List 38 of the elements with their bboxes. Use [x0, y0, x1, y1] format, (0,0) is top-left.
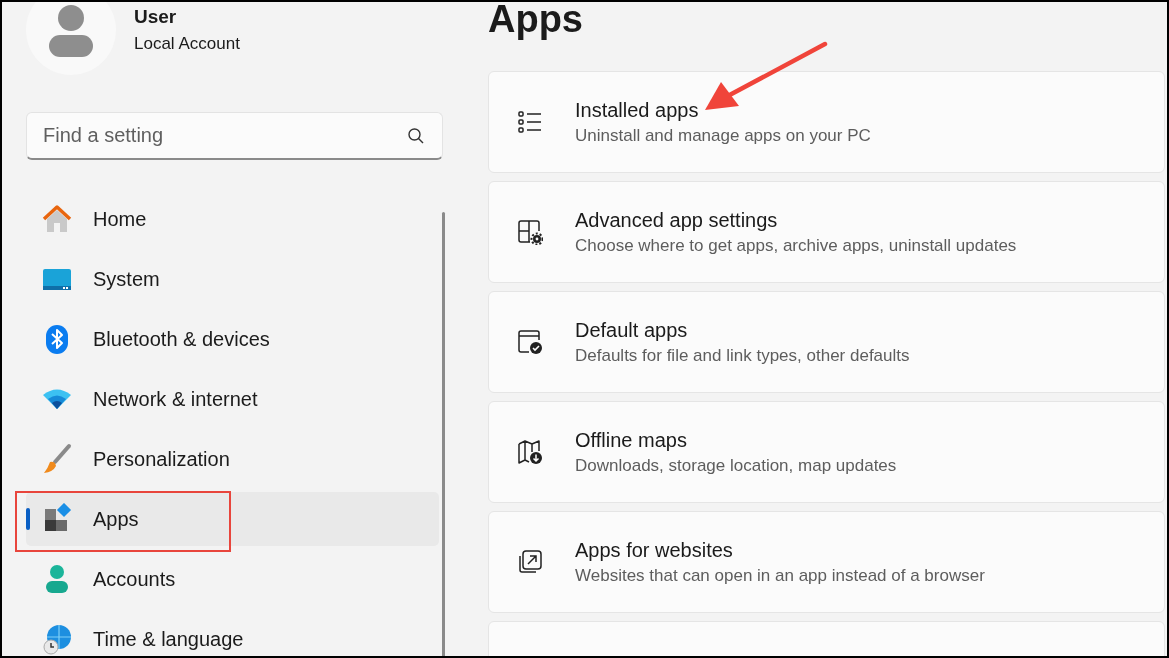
setting-description: Uninstall and manage apps on your PC [575, 125, 871, 146]
setting-title: Default apps [575, 318, 689, 342]
nav-item[interactable]: Accounts [26, 552, 439, 606]
globe-clock-icon [41, 623, 73, 655]
setting-description: Downloads, storage location, map updates [575, 455, 897, 476]
search-icon [407, 127, 425, 145]
setting-description: Choose where to get apps, archive apps, uninstall updates [575, 235, 1017, 256]
map-download-icon [517, 439, 543, 465]
setting-description: Defaults for file and link types, other defaults [575, 345, 910, 366]
setting-description: Websites that can open in an app instead of a browser [575, 565, 985, 586]
window-check-icon [517, 329, 543, 355]
settings-card[interactable]: Installed apps Uninstall and manage apps on your PC [488, 71, 1165, 173]
setting-title: Apps for websites [575, 538, 734, 562]
setting-title: Installed apps [575, 98, 700, 122]
setting-title: Offline maps [575, 428, 688, 452]
selection-indicator [26, 508, 30, 530]
settings-card[interactable]: Default apps Defaults for file and link types, other defaults [488, 291, 1165, 393]
settings-card[interactable]: Offline maps Downloads, storage location, map updates [488, 401, 1165, 503]
window-gear-icon [517, 219, 543, 245]
page-title: Apps [488, 2, 584, 42]
nav-item[interactable]: Time & language [26, 612, 439, 656]
account-type: Local Account [134, 34, 240, 54]
house-icon [41, 203, 73, 235]
open-link-icon [517, 549, 543, 575]
nav-item[interactable]: Bluetooth & devices [26, 312, 439, 366]
search-field[interactable]: Find a setting [26, 112, 443, 160]
nav-item[interactable]: System [26, 252, 439, 306]
scrollbar-thumb[interactable] [442, 212, 445, 656]
user-name: User [134, 6, 178, 28]
nav-item[interactable]: Personalization [26, 432, 439, 486]
settings-card[interactable]: Apps for websites Websites that can open in an app instead of a browser [488, 511, 1165, 613]
settings-card[interactable]: Advanced app settings Choose where to get apps, archive apps, uninstall updates [488, 181, 1165, 283]
nav-item[interactable]: Home [26, 192, 439, 246]
list-icon [517, 109, 543, 135]
paintbrush-icon [41, 443, 73, 475]
nav-item[interactable]: Network & internet [26, 372, 439, 426]
nav-item[interactable]: Apps [26, 492, 439, 546]
setting-title: Advanced app settings [575, 208, 779, 232]
